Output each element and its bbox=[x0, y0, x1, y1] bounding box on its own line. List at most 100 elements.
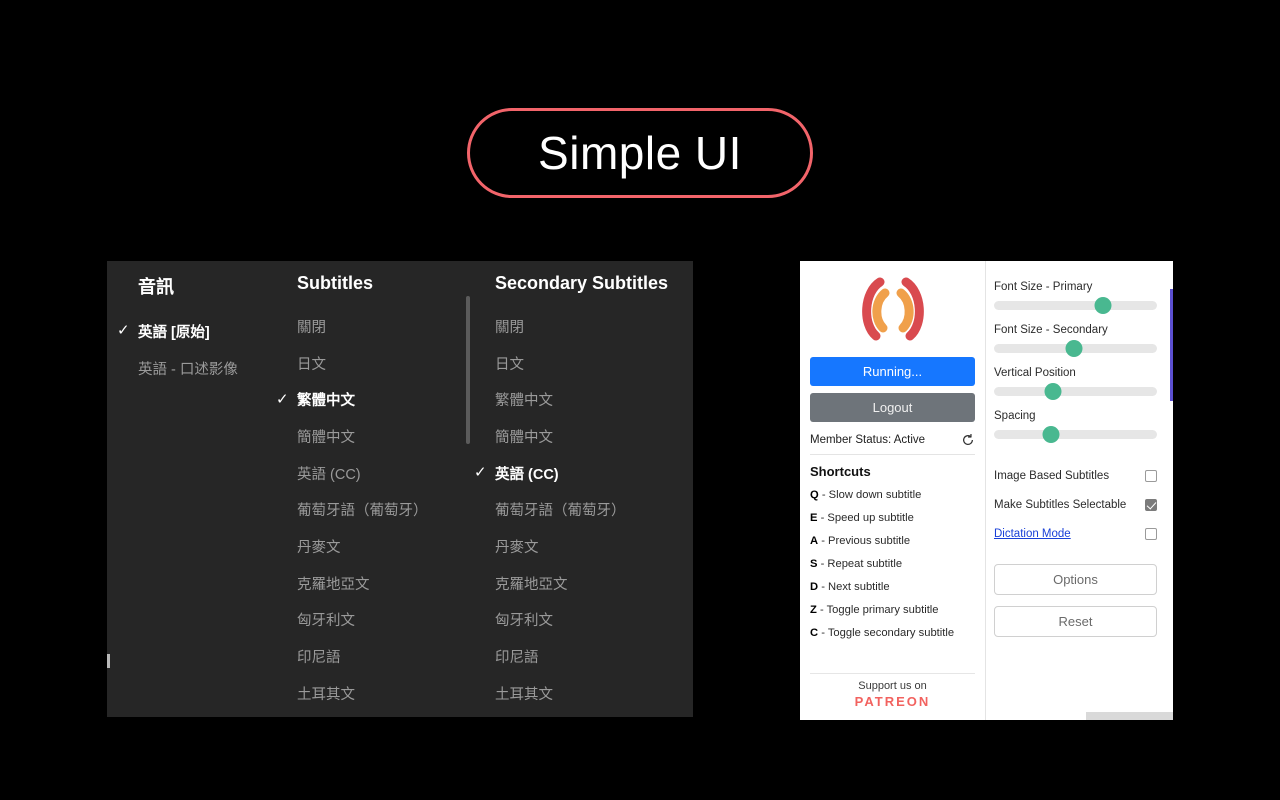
secondary-subtitle-option-row[interactable]: 土耳其文 bbox=[495, 675, 693, 712]
slider-track[interactable] bbox=[994, 340, 1157, 357]
shortcut-item: S - Repeat subtitle bbox=[810, 553, 975, 576]
secondary-subtitle-option-row[interactable]: 關閉 bbox=[495, 308, 693, 345]
shortcut-item: Z - Toggle primary subtitle bbox=[810, 599, 975, 622]
check-icon: ✓ bbox=[117, 322, 130, 340]
shortcut-action: - Slow down subtitle bbox=[821, 489, 922, 501]
logo-container bbox=[810, 261, 975, 357]
audio-option-label: 英語 - 口述影像 bbox=[138, 361, 238, 378]
check-icon: ✓ bbox=[276, 390, 289, 408]
subtitle-option-row[interactable]: 匈牙利文 bbox=[297, 602, 470, 639]
checkbox-row-dictation-mode[interactable]: Dictation Mode bbox=[994, 519, 1157, 548]
slider-label: Font Size - Secondary bbox=[994, 324, 1108, 336]
subtitle-option-row[interactable]: 關閉 bbox=[297, 308, 470, 345]
column-header-audio: 音訊 bbox=[138, 277, 174, 297]
checkbox-dictation-mode[interactable] bbox=[1145, 527, 1157, 540]
slider-vertical-position: Vertical Position bbox=[994, 367, 1165, 400]
secondary-subtitle-option-label: 土耳其文 bbox=[495, 686, 553, 703]
shortcut-item: E - Speed up subtitle bbox=[810, 507, 975, 530]
checkbox-row-image-based-subtitles[interactable]: Image Based Subtitles bbox=[994, 461, 1157, 490]
slider-thumb[interactable] bbox=[1044, 383, 1062, 400]
logout-button[interactable]: Logout bbox=[810, 393, 975, 422]
dictation-mode-link[interactable]: Dictation Mode bbox=[994, 528, 1071, 540]
subtitle-selection-panel: 音訊 ✓ 英語 [原始] 英語 - 口述影像 Subtitles 關閉 日文 ✓… bbox=[107, 261, 693, 717]
shortcut-key: Q bbox=[810, 489, 819, 501]
panel-edge-marker bbox=[107, 654, 110, 668]
audio-option-row[interactable]: 英語 - 口述影像 bbox=[138, 350, 272, 387]
subtitle-option-label: 關閉 bbox=[297, 319, 326, 336]
secondary-subtitle-option-row[interactable]: 丹麥文 bbox=[495, 528, 693, 565]
secondary-subtitle-option-row[interactable]: 匈牙利文 bbox=[495, 602, 693, 639]
panel-bottom-nub bbox=[1086, 712, 1173, 720]
shortcut-key: A bbox=[810, 535, 819, 547]
subtitle-option-row[interactable]: 葡萄牙語（葡萄牙） bbox=[297, 491, 470, 528]
secondary-subtitle-option-label: 克羅地亞文 bbox=[495, 576, 568, 593]
secondary-subtitle-option-row[interactable]: 日文 bbox=[495, 345, 693, 382]
subtitle-option-label: 克羅地亞文 bbox=[297, 576, 370, 593]
audio-option-label: 英語 [原始] bbox=[138, 324, 210, 341]
column-audio: 音訊 ✓ 英語 [原始] 英語 - 口述影像 bbox=[107, 261, 272, 717]
extension-panel-scrollbar[interactable] bbox=[1170, 261, 1173, 720]
subtitle-option-row[interactable]: 簡體中文 bbox=[297, 418, 470, 455]
extension-right-column: Font Size - Primary Font Size - Secondar… bbox=[986, 261, 1173, 720]
slider-thumb[interactable] bbox=[1094, 297, 1112, 314]
secondary-subtitle-option-row[interactable]: 克羅地亞文 bbox=[495, 565, 693, 602]
extension-popup-panel: Running... Logout Member Status: Active … bbox=[800, 261, 1173, 720]
subtitle-option-label: 繁體中文 bbox=[297, 393, 355, 410]
shortcut-key: D bbox=[810, 581, 819, 593]
column-primary-subtitles: Subtitles 關閉 日文 ✓ 繁體中文 簡體中文 英語 (CC) 葡萄牙語… bbox=[272, 261, 470, 717]
checkbox-label: Make Subtitles Selectable bbox=[994, 498, 1127, 511]
secondary-subtitle-option-label: 繁體中文 bbox=[495, 393, 553, 410]
subtitle-option-row[interactable]: ✓ 繁體中文 bbox=[276, 381, 470, 418]
audio-option-row[interactable]: ✓ 英語 [原始] bbox=[117, 313, 272, 350]
subtitle-option-row[interactable]: 土耳其文 bbox=[297, 675, 470, 712]
subtitle-option-label: 英語 (CC) bbox=[297, 466, 361, 483]
shortcut-action: - Next subtitle bbox=[821, 581, 890, 593]
extension-left-column: Running... Logout Member Status: Active … bbox=[800, 261, 986, 720]
member-status-text: Member Status: Active bbox=[810, 433, 926, 446]
column-header-secondary-subtitles: Secondary Subtitles bbox=[495, 273, 669, 293]
secondary-subtitle-option-row[interactable]: 簡體中文 bbox=[495, 418, 693, 455]
running-status-button[interactable]: Running... bbox=[810, 357, 975, 386]
reset-button[interactable]: Reset bbox=[994, 606, 1157, 637]
slider-track[interactable] bbox=[994, 383, 1157, 400]
secondary-subtitle-option-row[interactable]: 繁體中文 bbox=[495, 381, 693, 418]
shortcut-item: A - Previous subtitle bbox=[810, 530, 975, 553]
checkbox-image-based-subtitles[interactable] bbox=[1145, 469, 1157, 482]
secondary-subtitle-option-label: 葡萄牙語（葡萄牙） bbox=[495, 503, 626, 520]
secondary-subtitle-option-row[interactable]: ✓ 英語 (CC) bbox=[474, 455, 693, 492]
secondary-subtitle-option-row[interactable]: 印尼語 bbox=[495, 638, 693, 675]
shortcut-action: - Repeat subtitle bbox=[820, 558, 903, 570]
slider-track[interactable] bbox=[994, 297, 1157, 314]
slider-track[interactable] bbox=[994, 426, 1157, 443]
slider-thumb[interactable] bbox=[1042, 426, 1060, 443]
secondary-subtitle-option-row[interactable]: 葡萄牙語（葡萄牙） bbox=[495, 491, 693, 528]
checkbox-row-make-subtitles-selectable[interactable]: Make Subtitles Selectable bbox=[994, 490, 1157, 519]
subtitle-option-row[interactable]: 克羅地亞文 bbox=[297, 565, 470, 602]
shortcut-action: - Toggle primary subtitle bbox=[819, 604, 939, 616]
subtitle-option-label: 印尼語 bbox=[297, 650, 341, 667]
checkbox-make-subtitles-selectable[interactable] bbox=[1145, 498, 1157, 511]
shortcut-action: - Toggle secondary subtitle bbox=[821, 627, 955, 639]
subtitle-columns: 音訊 ✓ 英語 [原始] 英語 - 口述影像 Subtitles 關閉 日文 ✓… bbox=[107, 261, 693, 717]
slider-label: Vertical Position bbox=[994, 367, 1076, 379]
secondary-subtitle-option-label: 丹麥文 bbox=[495, 539, 539, 556]
language-reactor-brackets-logo bbox=[861, 277, 924, 341]
subtitle-option-row[interactable]: 日文 bbox=[297, 345, 470, 382]
checkbox-label: Image Based Subtitles bbox=[994, 469, 1110, 482]
scrollbar-thumb[interactable] bbox=[1170, 289, 1173, 401]
secondary-subtitle-option-label: 關閉 bbox=[495, 319, 524, 336]
subtitle-option-row[interactable]: 英語 (CC) bbox=[297, 455, 470, 492]
shortcut-key: S bbox=[810, 558, 818, 570]
subtitle-option-label: 匈牙利文 bbox=[297, 613, 355, 630]
refresh-icon[interactable] bbox=[961, 433, 975, 447]
subtitle-option-row[interactable]: 丹麥文 bbox=[297, 528, 470, 565]
patreon-support-text: Support us on bbox=[858, 680, 927, 692]
subtitle-option-row[interactable]: 印尼語 bbox=[297, 638, 470, 675]
slider-thumb[interactable] bbox=[1065, 340, 1083, 357]
subtitle-option-label: 葡萄牙語（葡萄牙） bbox=[297, 503, 428, 520]
subtitle-option-label: 簡體中文 bbox=[297, 429, 355, 446]
options-button[interactable]: Options bbox=[994, 564, 1157, 595]
patreon-support-block[interactable]: Support us on PATREON bbox=[810, 673, 975, 709]
shortcut-item: D - Next subtitle bbox=[810, 576, 975, 599]
subtitle-option-label: 土耳其文 bbox=[297, 686, 355, 703]
